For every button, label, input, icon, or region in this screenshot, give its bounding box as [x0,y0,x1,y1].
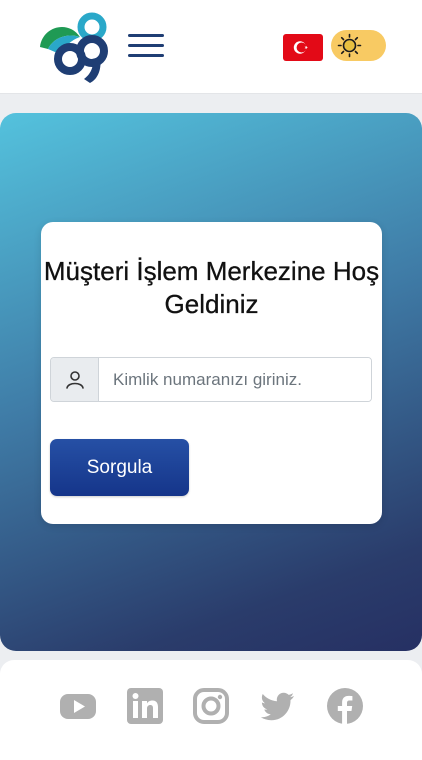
instagram-icon[interactable] [191,686,231,726]
sorgula-button[interactable]: Sorgula [50,439,189,496]
sun-icon [337,33,362,58]
login-card: Müşteri İşlem Merkezine Hoş Geldiniz Sor… [41,222,382,524]
theme-toggle[interactable] [331,30,386,61]
hero-section: Müşteri İşlem Merkezine Hoş Geldiniz Sor… [0,113,422,651]
menu-bar [128,34,164,37]
menu-bar [128,54,164,57]
user-icon [65,370,84,389]
footer [0,660,422,760]
id-input-group [50,357,372,402]
turkey-flag-icon[interactable] [283,34,323,61]
facebook-icon[interactable] [325,686,365,726]
youtube-icon[interactable] [58,686,98,726]
twitter-icon[interactable] [258,686,298,726]
page-title: Müşteri İşlem Merkezine Hoş Geldiniz [43,256,380,319]
menu-bar [128,44,164,47]
company-logo-icon[interactable] [38,9,110,85]
input-addon [51,358,99,401]
hamburger-menu-icon[interactable] [128,32,164,60]
linkedin-icon[interactable] [125,686,165,726]
id-number-input[interactable] [99,358,371,401]
header [0,0,422,94]
